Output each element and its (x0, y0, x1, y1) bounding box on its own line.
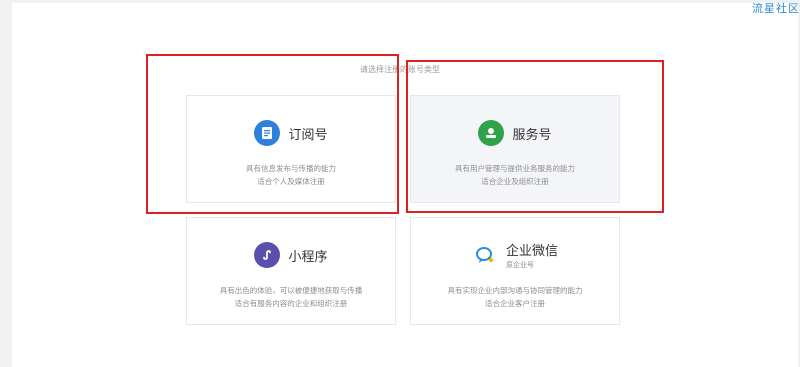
highlight-box-left (146, 54, 399, 214)
mini-program-icon (254, 242, 281, 268)
card-title: 企业微信 (505, 244, 558, 259)
card-description-2: 适合企业客户注册 (485, 299, 545, 308)
watermark-text: 流星社区 (752, 2, 800, 15)
card-subtitle: 原企业号 (505, 261, 534, 269)
account-type-prompt: 请选择注册的账号类型 (360, 65, 440, 74)
registration-panel (12, 3, 798, 367)
chat-bubble-icon (472, 242, 498, 268)
card-description: 具有实现企业内部沟通与协同管理的能力 (447, 286, 583, 295)
card-description-2: 适合有服务内容的企业和组织注册 (234, 299, 348, 308)
card-title: 小程序 (288, 249, 328, 265)
card-description: 具有出色的体验，可以被便捷地获取与传播 (219, 286, 363, 295)
card-mini-program[interactable]: 小程序 具有出色的体验，可以被便捷地获取与传播 适合有服务内容的企业和组织注册 (186, 217, 396, 325)
highlight-box-right (406, 60, 664, 213)
card-enterprise-wechat[interactable]: 企业微信 原企业号 具有实现企业内部沟通与协同管理的能力 适合企业客户注册 (410, 217, 620, 325)
